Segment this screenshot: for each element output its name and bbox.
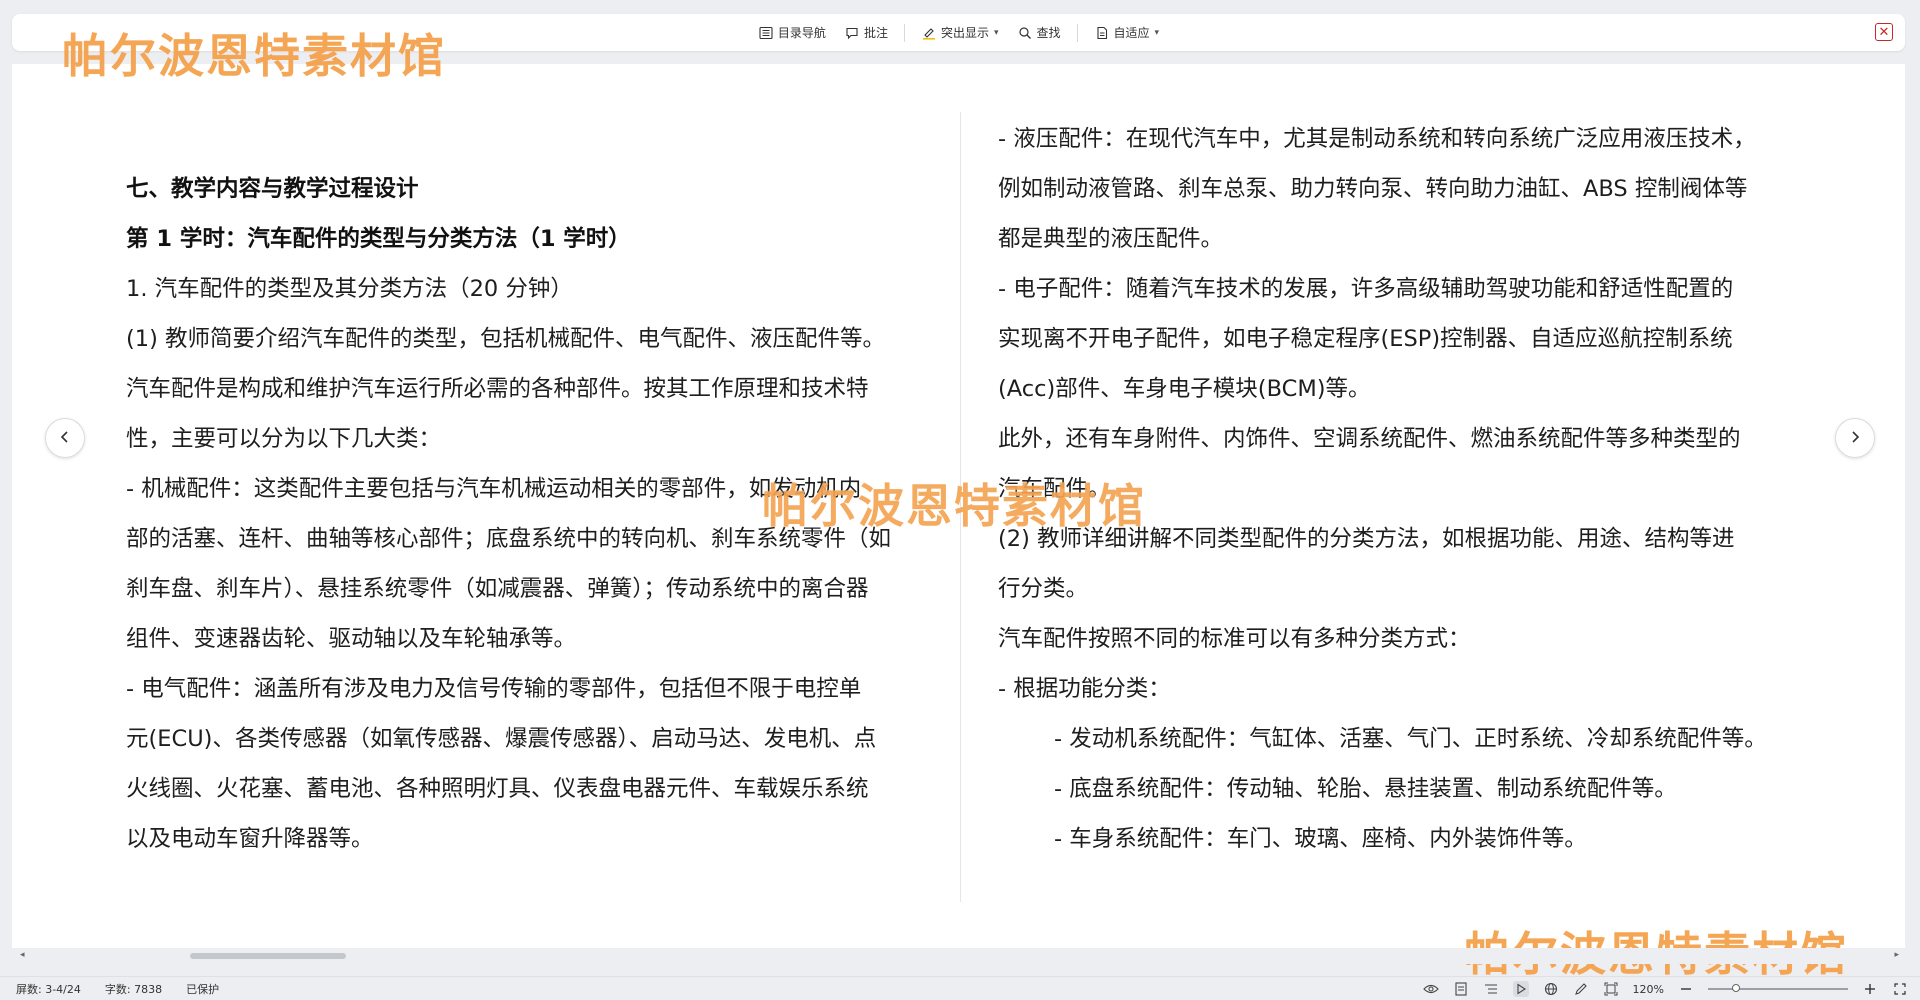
fullscreen-icon[interactable]	[1892, 981, 1908, 997]
paragraph-line: (1) 教师简要介绍汽车配件的类型，包括机械配件、电气配件、液压配件等。	[126, 326, 886, 352]
paragraph-line: 实现离不开电子配件，如电子稳定程序(ESP)控制器、自适应巡航控制系统	[998, 326, 1733, 352]
status-info: 屏数: 3-4/24 字数: 7838 已保护	[16, 981, 219, 997]
list-item: - 发动机系统配件：气缸体、活塞、气门、正时系统、冷却系统配件等。	[1054, 726, 1767, 752]
scroll-thumb[interactable]	[190, 953, 346, 959]
scroll-left-icon[interactable]: ◂	[20, 950, 25, 960]
protection-status: 已保护	[186, 983, 220, 996]
toolbar-divider	[903, 23, 905, 42]
close-button[interactable]: ✕	[1875, 23, 1893, 41]
globe-icon[interactable]	[1543, 981, 1559, 997]
zoom-out-icon[interactable]	[1678, 981, 1694, 997]
word-count: 字数: 7838	[104, 983, 163, 996]
paragraph-line: 行分类。	[998, 576, 1089, 602]
zoom-slider-handle[interactable]	[1732, 984, 1740, 992]
find-button[interactable]: 查找	[1011, 20, 1067, 45]
paragraph-line: 元(ECU)、各类传感器（如氧传感器、爆震传感器）、启动马达、发电机、点	[126, 726, 877, 752]
section-heading: 七、教学内容与教学过程设计	[126, 176, 419, 202]
eye-icon[interactable]	[1422, 981, 1439, 997]
watermark: 帕尔波恩特素材馆	[62, 29, 446, 83]
outline-icon[interactable]	[1483, 981, 1499, 997]
play-icon[interactable]	[1512, 981, 1529, 997]
list-item: - 车身系统配件：车门、玻璃、座椅、内外装饰件等。	[1054, 826, 1587, 852]
page-icon	[1094, 25, 1110, 41]
horizontal-scrollbar[interactable]: ◂ ▸	[12, 948, 1905, 964]
zoom-slider[interactable]	[1708, 984, 1848, 992]
watermark: 帕尔波恩特素材馆	[762, 479, 1146, 533]
paragraph-line: 火线圈、火花塞、蓄电池、各种照明灯具、仪表盘电器元件、车载娱乐系统	[126, 776, 869, 802]
fit-mode-label: 自适应	[1113, 26, 1150, 40]
comment-icon	[844, 25, 860, 41]
paragraph-line: 1. 汽车配件的类型及其分类方法（20 分钟）	[126, 276, 573, 302]
view-controls: 120%	[1422, 981, 1908, 997]
comment-button[interactable]: 批注	[838, 20, 894, 45]
chevron-down-icon: ▾	[1154, 27, 1160, 38]
paragraph-line: 都是典型的液压配件。	[998, 226, 1224, 252]
document-viewer: 目录导航 批注 突出显示 ▾ 查找 自适应 ▾ ✕ 七、教学内容与教学过程设计 …	[0, 0, 1920, 1000]
pen-icon[interactable]	[1573, 981, 1589, 997]
list-item: - 底盘系统配件：传动轴、轮胎、悬挂装置、制动系统配件等。	[1054, 776, 1677, 802]
paragraph-line: 例如制动液管路、刹车总泵、助力转向泵、转向助力油缸、ABS 控制阀体等	[998, 176, 1748, 202]
paragraph-line: 以及电动车窗升降器等。	[126, 826, 374, 852]
close-icon: ✕	[1878, 24, 1890, 40]
toolbar-divider	[1076, 23, 1078, 42]
fit-mode-button[interactable]: 自适应 ▾	[1088, 20, 1166, 45]
highlight-button[interactable]: 突出显示 ▾	[915, 20, 1005, 45]
highlight-label: 突出显示	[940, 26, 989, 40]
zoom-level[interactable]: 120%	[1633, 983, 1664, 996]
highlighter-icon	[921, 25, 937, 41]
fit-window-icon[interactable]	[1603, 981, 1619, 997]
toc-nav-label: 目录导航	[777, 26, 826, 40]
paragraph-line: 性，主要可以分为以下几大类：	[126, 426, 442, 452]
toc-icon	[758, 25, 774, 41]
paragraph-line: - 电气配件：涵盖所有涉及电力及信号传输的零部件，包括但不限于电控单	[126, 676, 862, 702]
previous-page-button[interactable]	[45, 418, 85, 458]
page-view-icon[interactable]	[1453, 981, 1469, 997]
search-icon	[1017, 25, 1033, 41]
paragraph-line: - 电子配件：随着汽车技术的发展，许多高级辅助驾驶功能和舒适性配置的	[998, 276, 1734, 302]
paragraph-line: 此外，还有车身附件、内饰件、空调系统配件、燃油系统配件等多种类型的	[998, 426, 1741, 452]
comment-label: 批注	[863, 26, 888, 40]
next-page-button[interactable]	[1835, 418, 1875, 458]
paragraph-line: - 液压配件：在现代汽车中，尤其是制动系统和转向系统广泛应用液压技术，	[998, 126, 1756, 152]
paragraph-line: 组件、变速器齿轮、驱动轴以及车轮轴承等。	[126, 626, 577, 652]
chevron-left-icon	[58, 429, 72, 448]
lesson-heading: 第 1 学时：汽车配件的类型与分类方法（1 学时）	[126, 226, 631, 252]
chevron-right-icon	[1848, 429, 1862, 448]
find-label: 查找	[1036, 26, 1061, 40]
paragraph-line: - 根据功能分类：	[998, 676, 1171, 702]
paragraph-line: (Acc)部件、车身电子模块(BCM)等。	[998, 376, 1371, 402]
paragraph-line: 汽车配件是构成和维护汽车运行所必需的各种部件。按其工作原理和技术特	[126, 376, 869, 402]
chevron-down-icon: ▾	[993, 27, 999, 38]
toc-nav-button[interactable]: 目录导航	[752, 20, 832, 45]
paragraph-line: 汽车配件按照不同的标准可以有多种分类方式：	[998, 626, 1471, 652]
status-bar: 屏数: 3-4/24 字数: 7838 已保护 120%	[0, 976, 1920, 1000]
zoom-in-icon[interactable]	[1862, 981, 1878, 997]
scroll-right-icon[interactable]: ▸	[1894, 950, 1899, 960]
paragraph-line: 刹车盘、刹车片）、悬挂系统零件（如减震器、弹簧）；传动系统中的离合器	[126, 576, 869, 602]
page-indicator: 屏数: 3-4/24	[16, 983, 81, 996]
